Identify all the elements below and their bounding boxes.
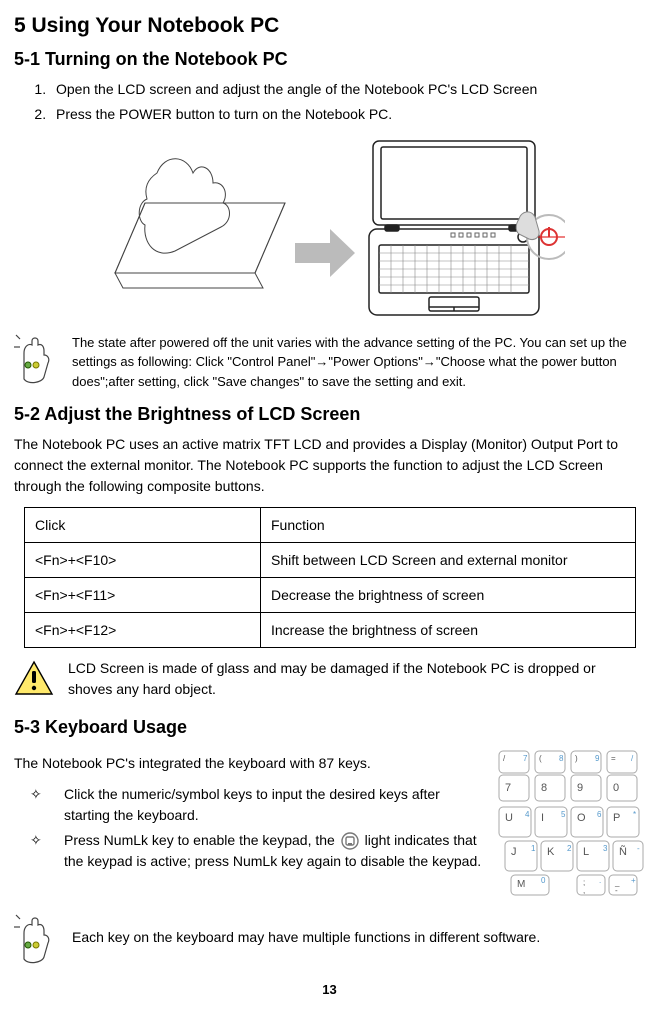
tip-hand-icon: [14, 333, 58, 385]
svg-text:2: 2: [567, 844, 572, 853]
svg-text:0: 0: [541, 876, 546, 885]
svg-text:+: +: [631, 876, 636, 885]
section-5-2-heading: 5-2 Adjust the Brightness of LCD Screen: [14, 401, 645, 428]
svg-text:O: O: [577, 812, 586, 824]
warning-note: LCD Screen is made of glass and may be d…: [14, 658, 645, 704]
steps-list: Open the LCD screen and adjust the angle…: [14, 79, 645, 125]
tip-hand-icon: [14, 913, 58, 965]
svg-text:M: M: [517, 879, 525, 890]
svg-text:5: 5: [561, 810, 566, 819]
svg-text:J: J: [511, 846, 517, 858]
open-laptop-diagram: [95, 133, 565, 323]
list-item: Click the numeric/symbol keys to input t…: [40, 784, 485, 826]
svg-text:3: 3: [603, 844, 608, 853]
step-item: Open the LCD screen and adjust the angle…: [50, 79, 645, 100]
svg-text:-: -: [637, 844, 640, 853]
step-item: Press the POWER button to turn on the No…: [50, 104, 645, 125]
svg-text:6: 6: [597, 810, 602, 819]
table-cell: <Fn>+<F11>: [25, 578, 261, 613]
svg-text:I: I: [541, 812, 544, 824]
table-cell: Increase the brightness of screen: [261, 613, 636, 648]
table-header-row: Click Function: [25, 508, 636, 543]
table-row: <Fn>+<F11> Decrease the brightness of sc…: [25, 578, 636, 613]
svg-text:7: 7: [523, 754, 528, 763]
table-row: <Fn>+<F12> Increase the brightness of sc…: [25, 613, 636, 648]
svg-text:9: 9: [595, 754, 600, 763]
list-item: Press NumLk key to enable the keypad, th…: [40, 830, 485, 872]
tip-text: The state after powered off the unit var…: [72, 333, 645, 392]
svg-text:Ñ: Ñ: [619, 845, 627, 858]
svg-text:(: (: [539, 754, 542, 763]
table-header-cell: Click: [25, 508, 261, 543]
chapter-heading: 5 Using Your Notebook PC: [14, 10, 645, 42]
press-power-icon: [516, 211, 565, 258]
function-keys-table: Click Function <Fn>+<F10> Shift between …: [24, 507, 636, 648]
arrow-icon: [295, 229, 355, 277]
warning-text: LCD Screen is made of glass and may be d…: [68, 658, 645, 700]
section-5-3-heading: 5-3 Keyboard Usage: [14, 714, 645, 741]
svg-text:1: 1: [531, 844, 536, 853]
svg-text:L: L: [583, 846, 589, 858]
numeric-keypad-diagram: /7 (8 )9 =/ 7 8 9 0: [495, 747, 645, 897]
tip-note: Each key on the keyboard may have multip…: [14, 913, 645, 971]
svg-text:=: =: [611, 754, 616, 763]
svg-text:*: *: [633, 810, 636, 819]
svg-text:0: 0: [613, 782, 619, 794]
svg-text:,: ,: [583, 886, 585, 895]
table-row: <Fn>+<F10> Shift between LCD Screen and …: [25, 543, 636, 578]
numlock-indicator-icon: [341, 832, 359, 850]
svg-text:.: .: [599, 876, 601, 885]
svg-text:9: 9: [577, 782, 583, 794]
page-number: 13: [14, 980, 645, 1000]
svg-text:): ): [575, 754, 578, 763]
tip-note: The state after powered off the unit var…: [14, 333, 645, 392]
section-5-3-para: The Notebook PC's integrated the keyboar…: [14, 753, 485, 774]
table-cell: Decrease the brightness of screen: [261, 578, 636, 613]
warning-triangle-icon: [14, 658, 54, 698]
svg-text:4: 4: [525, 810, 530, 819]
table-cell: <Fn>+<F12>: [25, 613, 261, 648]
svg-text:K: K: [547, 846, 555, 858]
svg-text:-: -: [615, 886, 618, 895]
svg-text:7: 7: [505, 782, 511, 794]
table-cell: <Fn>+<F10>: [25, 543, 261, 578]
tip-text: Each key on the keyboard may have multip…: [72, 913, 645, 948]
svg-text:8: 8: [541, 782, 547, 794]
table-header-cell: Function: [261, 508, 636, 543]
table-cell: Shift between LCD Screen and external mo…: [261, 543, 636, 578]
svg-text:8: 8: [559, 754, 564, 763]
section-5-2-para: The Notebook PC uses an active matrix TF…: [14, 434, 645, 497]
svg-text:U: U: [505, 812, 513, 824]
keyboard-bullets: Click the numeric/symbol keys to input t…: [40, 784, 485, 872]
section-5-1-heading: 5-1 Turning on the Notebook PC: [14, 46, 645, 73]
svg-text:P: P: [613, 812, 620, 824]
